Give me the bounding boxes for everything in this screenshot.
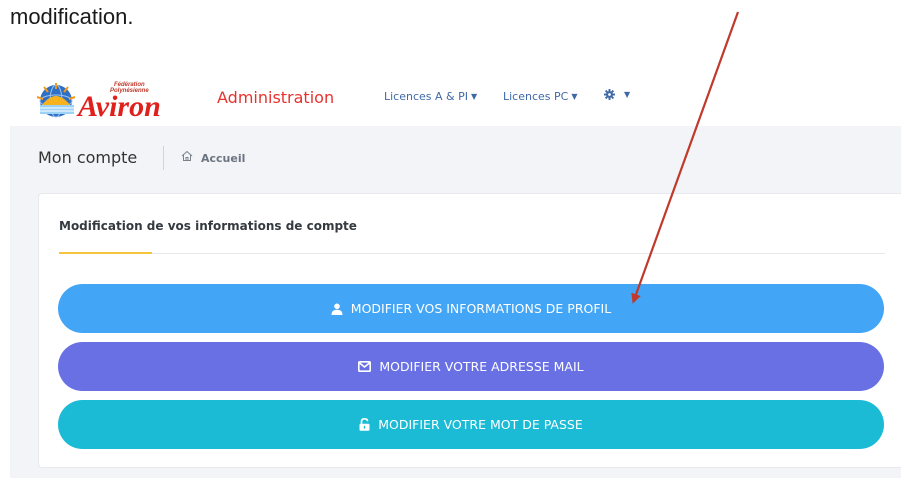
- gear-icon: [604, 89, 615, 100]
- nav-licences-pc-label: Licences PC: [503, 90, 569, 103]
- user-icon: [331, 303, 343, 315]
- edit-email-button[interactable]: MODIFIER VOTRE ADRESSE MAIL: [58, 342, 884, 391]
- edit-password-label: MODIFIER VOTRE MOT DE PASSE: [378, 417, 583, 432]
- edit-email-label: MODIFIER VOTRE ADRESSE MAIL: [379, 359, 584, 374]
- title-separator: [163, 146, 164, 170]
- edit-profile-button[interactable]: MODIFIER VOS INFORMATIONS DE PROFIL: [58, 284, 884, 333]
- nav-licences-api[interactable]: Licences A & PI ▼: [384, 90, 477, 103]
- unlock-icon: [359, 418, 370, 431]
- edit-profile-label: MODIFIER VOS INFORMATIONS DE PROFIL: [350, 301, 612, 316]
- logo-word: Aviron: [76, 90, 161, 121]
- chevron-down-icon: ▼: [471, 92, 478, 101]
- nav-licences-pc[interactable]: Licences PC ▼: [503, 90, 578, 103]
- chevron-down-icon: ▼: [624, 90, 631, 99]
- nav-settings[interactable]: ▼: [604, 89, 630, 100]
- top-navbar: Fédération Polynésienne Aviron Administr…: [10, 68, 901, 126]
- edit-password-button[interactable]: MODIFIER VOTRE MOT DE PASSE: [58, 400, 884, 449]
- aviron-logo[interactable]: Fédération Polynésienne Aviron: [34, 77, 204, 121]
- card-tab-underline: [59, 252, 152, 254]
- card-divider: [59, 253, 885, 254]
- card-title: Modification de vos informations de comp…: [59, 219, 357, 233]
- envelope-icon: [358, 361, 372, 372]
- page-title: Mon compte: [38, 148, 138, 167]
- breadcrumb-home[interactable]: Accueil: [201, 152, 245, 165]
- caption-text: modification.: [10, 4, 134, 29]
- account-card: Modification de vos informations de comp…: [38, 193, 901, 468]
- home-icon[interactable]: [181, 150, 193, 162]
- nav-licences-api-label: Licences A & PI: [384, 90, 468, 103]
- chevron-down-icon: ▼: [571, 92, 578, 101]
- admin-title: Administration: [217, 88, 335, 107]
